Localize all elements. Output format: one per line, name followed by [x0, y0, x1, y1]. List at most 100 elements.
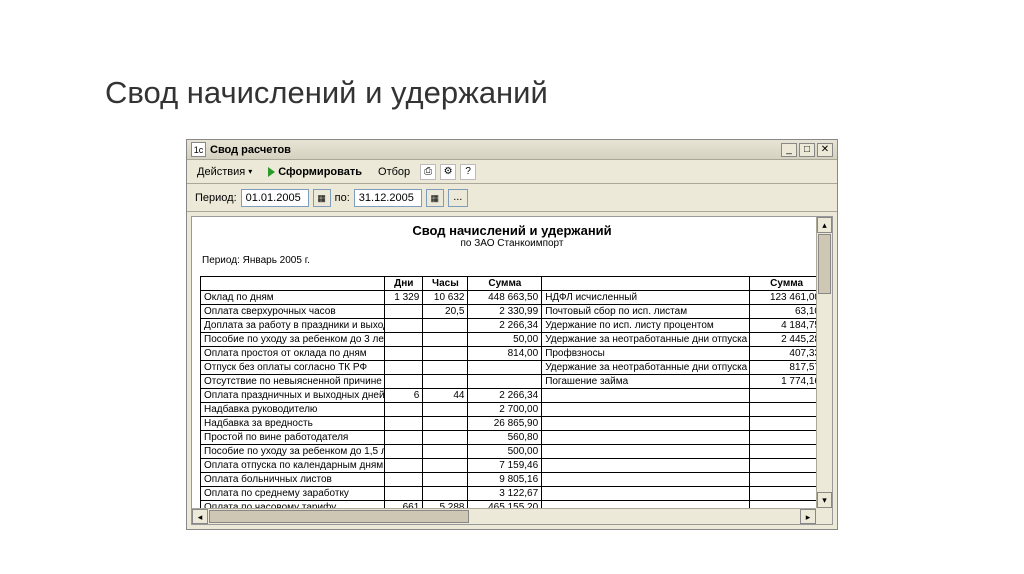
- scroll-left-icon[interactable]: ◂: [192, 509, 208, 524]
- period-picker-button[interactable]: ...: [448, 189, 468, 207]
- table-cell: 63,10: [750, 305, 824, 319]
- table-row: Пособие по уходу за ребенком до 1,5 лет5…: [201, 445, 824, 459]
- table-cell: Оплата праздничных и выходных дней: [201, 389, 385, 403]
- table-row: Пособие по уходу за ребенком до 3 лет50,…: [201, 333, 824, 347]
- table-cell: 4 184,75: [750, 319, 824, 333]
- print-icon[interactable]: ⎙: [420, 164, 436, 180]
- date-to-input[interactable]: [354, 189, 422, 207]
- table-cell: [423, 431, 468, 445]
- hscroll-thumb[interactable]: [209, 510, 469, 523]
- header-empty2: [542, 277, 750, 291]
- scroll-down-icon[interactable]: ▾: [817, 492, 832, 508]
- report-area: Свод начислений и удержаний по ЗАО Станк…: [191, 216, 833, 525]
- filter-button[interactable]: Отбор: [372, 164, 416, 180]
- report-subtitle: по ЗАО Станкоимпорт: [200, 238, 824, 249]
- table-cell: Пособие по уходу за ребенком до 3 лет: [201, 333, 385, 347]
- period-label: Период:: [195, 192, 237, 204]
- table-row: Надбавка руководителю2 700,00: [201, 403, 824, 417]
- table-cell: 560,80: [468, 431, 542, 445]
- table-cell: Оплата по среднему заработку: [201, 487, 385, 501]
- toolbar: Действия ▾ Сформировать Отбор ⎙ ⚙ ?: [187, 160, 837, 184]
- dropdown-icon: ▾: [248, 167, 252, 176]
- table-cell: [542, 403, 750, 417]
- scroll-right-icon[interactable]: ▸: [800, 509, 816, 524]
- vertical-scrollbar[interactable]: ▴ ▾: [816, 217, 832, 508]
- calendar-to-icon[interactable]: ▦: [426, 189, 444, 207]
- vscroll-thumb[interactable]: [818, 234, 831, 294]
- table-cell: [750, 389, 824, 403]
- form-button[interactable]: Сформировать: [262, 164, 368, 180]
- table-cell: 1 774,16: [750, 375, 824, 389]
- table-cell: [423, 487, 468, 501]
- report-scroll: Свод начислений и удержаний по ЗАО Станк…: [192, 217, 832, 524]
- table-cell: 7 159,46: [468, 459, 542, 473]
- table-cell: [750, 417, 824, 431]
- table-cell: [385, 347, 423, 361]
- table-cell: Отпуск без оплаты согласно ТК РФ: [201, 361, 385, 375]
- report-table: Дни Часы Сумма Сумма Оклад по дням1 3291…: [200, 276, 824, 515]
- header-empty1: [201, 277, 385, 291]
- table-cell: [385, 403, 423, 417]
- table-row: Доплата за работу в праздники и выходные…: [201, 319, 824, 333]
- minimize-button[interactable]: _: [781, 143, 797, 157]
- table-cell: Погашение займа: [542, 375, 750, 389]
- maximize-button[interactable]: □: [799, 143, 815, 157]
- table-cell: 500,00: [468, 445, 542, 459]
- header-chasy: Часы: [423, 277, 468, 291]
- table-cell: Отсутствие по невыясненной причине: [201, 375, 385, 389]
- table-cell: [750, 431, 824, 445]
- table-cell: [423, 473, 468, 487]
- scroll-up-icon[interactable]: ▴: [817, 217, 832, 233]
- actions-menu[interactable]: Действия ▾: [191, 164, 258, 180]
- horizontal-scrollbar[interactable]: ◂ ▸: [192, 508, 816, 524]
- table-cell: [468, 361, 542, 375]
- titlebar: 1с Свод расчетов _ □ ✕: [187, 140, 837, 160]
- table-cell: [423, 459, 468, 473]
- table-cell: 2 330,99: [468, 305, 542, 319]
- table-cell: 10 632: [423, 291, 468, 305]
- table-cell: [750, 445, 824, 459]
- table-cell: 1 329: [385, 291, 423, 305]
- table-cell: [750, 487, 824, 501]
- slide-title: Свод начислений и удержаний: [105, 75, 548, 111]
- table-cell: [423, 333, 468, 347]
- table-cell: 20,5: [423, 305, 468, 319]
- close-button[interactable]: ✕: [817, 143, 833, 157]
- date-from-input[interactable]: [241, 189, 309, 207]
- table-cell: Удержание за неотработанные дни отпуска …: [542, 333, 750, 347]
- table-cell: Оклад по дням: [201, 291, 385, 305]
- table-cell: [423, 417, 468, 431]
- table-cell: 407,33: [750, 347, 824, 361]
- table-cell: [423, 361, 468, 375]
- table-cell: Оплата больничных листов: [201, 473, 385, 487]
- table-row: Оплата простоя от оклада по дням814,00Пр…: [201, 347, 824, 361]
- table-cell: [385, 361, 423, 375]
- form-label: Сформировать: [278, 166, 362, 178]
- table-cell: [385, 375, 423, 389]
- help-icon[interactable]: ?: [460, 164, 476, 180]
- table-row: Надбавка за вредность26 865,90: [201, 417, 824, 431]
- table-cell: Оплата отпуска по календарным дням: [201, 459, 385, 473]
- scroll-corner: [816, 508, 832, 524]
- table-cell: [542, 389, 750, 403]
- table-cell: Удержание за неотработанные дни отпуска …: [542, 361, 750, 375]
- table-cell: [385, 459, 423, 473]
- table-row: Отпуск без оплаты согласно ТК РФ Удержани…: [201, 361, 824, 375]
- table-cell: [385, 487, 423, 501]
- table-row: Простой по вине работодателя560,80: [201, 431, 824, 445]
- header-summa1: Сумма: [468, 277, 542, 291]
- table-cell: Доплата за работу в праздники и выходные: [201, 319, 385, 333]
- settings-icon[interactable]: ⚙: [440, 164, 456, 180]
- table-cell: Оплата сверхурочных часов: [201, 305, 385, 319]
- table-cell: Почтовый сбор по исп. листам: [542, 305, 750, 319]
- table-cell: [542, 445, 750, 459]
- table-cell: 2 266,34: [468, 389, 542, 403]
- calendar-from-icon[interactable]: ▦: [313, 189, 331, 207]
- table-row: Отсутствие по невыясненной причине Погаше…: [201, 375, 824, 389]
- table-row: Оплата по среднему заработку3 122,67: [201, 487, 824, 501]
- table-cell: 814,00: [468, 347, 542, 361]
- actions-label: Действия: [197, 166, 245, 178]
- table-cell: [423, 445, 468, 459]
- table-row: Оплата отпуска по календарным дням 7 159,…: [201, 459, 824, 473]
- table-cell: Удержание по исп. листу процентом: [542, 319, 750, 333]
